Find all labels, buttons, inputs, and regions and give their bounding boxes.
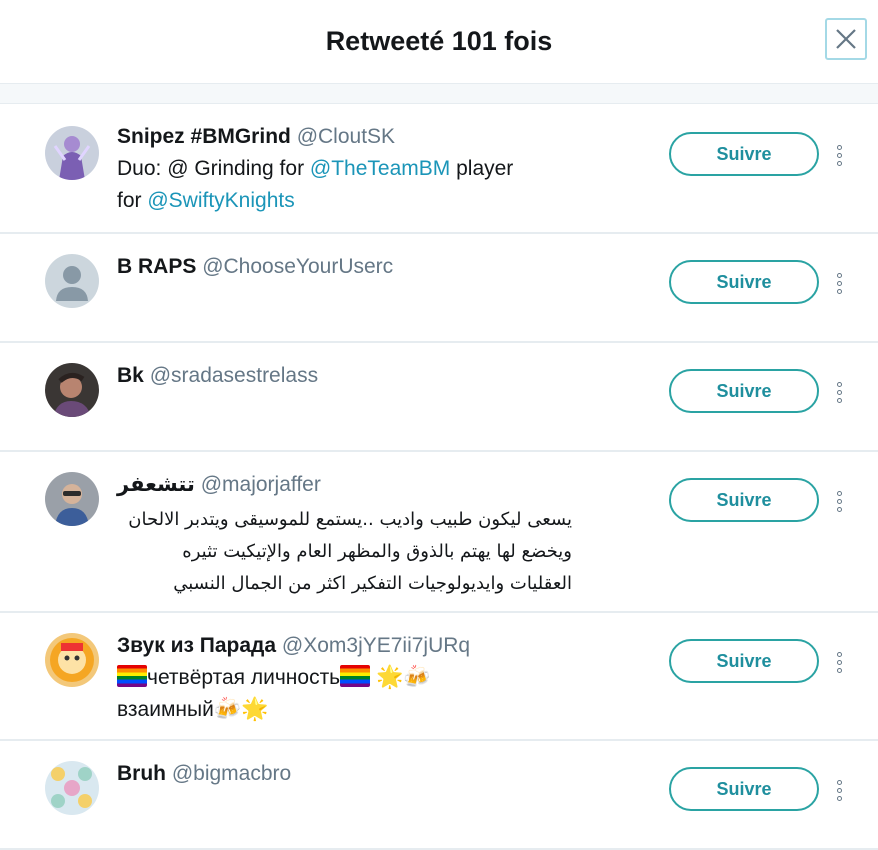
mention-link[interactable]: @SwiftyKnights: [147, 189, 294, 212]
avatar[interactable]: [45, 633, 99, 687]
user-bio: يسعى ليكون طبيب واديب ..يستمع للموسيقى و…: [128, 509, 572, 594]
user-info: Звук из Парада @Xom3jYE7ii7jURq четвёрта…: [117, 633, 617, 726]
dot-icon: [836, 152, 842, 158]
bio-text: for: [117, 189, 148, 212]
list-top-spacer: [0, 84, 878, 104]
follow-button[interactable]: Suivre: [669, 639, 819, 683]
user-bio: Duo: @ Grinding for @TheTeamBM player for…: [117, 153, 617, 217]
dot-icon: [836, 389, 842, 395]
user-info: تتشعفر @majorjaffer يسعى ليكون طبيب وادي…: [117, 472, 617, 600]
follow-button[interactable]: Suivre: [669, 478, 819, 522]
close-icon: [836, 29, 856, 49]
bio-text: четвёртая личность: [147, 666, 341, 689]
user-row[interactable]: B RAPS @ChooseYourUserc Suivre: [0, 234, 878, 343]
user-name[interactable]: Звук из Парада: [117, 634, 276, 657]
retweeters-list: Snipez #BMGrind @CloutSK Duo: @ Grinding…: [0, 104, 878, 850]
dot-icon: [836, 779, 842, 785]
avatar[interactable]: [45, 254, 99, 308]
bio-text: player: [450, 157, 514, 180]
glowing-star-icon: 🌟: [241, 697, 269, 722]
avatar[interactable]: [45, 761, 99, 815]
dot-icon: [836, 288, 842, 294]
follow-button[interactable]: Suivre: [669, 767, 819, 811]
user-info: Bk @sradasestrelass: [117, 363, 617, 389]
glowing-star-icon: 🌟: [375, 665, 404, 690]
dot-icon: [836, 272, 842, 278]
dot-icon: [836, 280, 842, 286]
more-options-button[interactable]: [829, 377, 849, 407]
user-handle[interactable]: @Xom3jYE7ii7jURq: [282, 634, 470, 657]
user-name[interactable]: Snipez #BMGrind: [117, 125, 291, 148]
user-row[interactable]: Звук из Парада @Xom3jYE7ii7jURq четвёрта…: [0, 613, 878, 741]
dot-icon: [836, 651, 842, 657]
dot-icon: [836, 490, 842, 496]
user-row[interactable]: تتشعفر @majorjaffer يسعى ليكون طبيب وادي…: [0, 452, 878, 613]
bio-text: Duo: @ Grinding for: [117, 157, 310, 180]
user-row[interactable]: Bruh @bigmacbro Suivre: [0, 741, 878, 850]
more-options-button[interactable]: [829, 647, 849, 677]
bio-text: взаимный: [117, 698, 214, 721]
dot-icon: [836, 787, 842, 793]
user-name[interactable]: Bruh: [117, 762, 166, 785]
beer-mugs-icon: 🍻: [403, 665, 431, 690]
mention-link[interactable]: @TheTeamBM: [310, 157, 450, 180]
more-options-button[interactable]: [829, 486, 849, 516]
user-row[interactable]: Snipez #BMGrind @CloutSK Duo: @ Grinding…: [0, 104, 878, 234]
user-handle[interactable]: @CloutSK: [297, 125, 395, 148]
dot-icon: [836, 381, 842, 387]
dot-icon: [836, 659, 842, 665]
dialog-title: Retweeté 101 fois: [325, 26, 553, 56]
user-info: Snipez #BMGrind @CloutSK Duo: @ Grinding…: [117, 124, 617, 217]
user-handle[interactable]: @sradasestrelass: [150, 364, 318, 387]
user-name[interactable]: تتشعفر: [117, 473, 195, 496]
dot-icon: [836, 506, 842, 512]
follow-button[interactable]: Suivre: [669, 132, 819, 176]
avatar[interactable]: [45, 126, 99, 180]
follow-button[interactable]: Suivre: [669, 369, 819, 413]
user-name[interactable]: B RAPS: [117, 255, 196, 278]
user-handle[interactable]: @ChooseYourUserc: [202, 255, 393, 278]
more-options-button[interactable]: [829, 775, 849, 805]
more-options-button[interactable]: [829, 268, 849, 298]
more-options-button[interactable]: [829, 140, 849, 170]
beer-mugs-icon: 🍻: [213, 697, 242, 722]
user-name[interactable]: Bk: [117, 364, 144, 387]
user-bio: четвёртая личность 🌟🍻 взаимный🍻🌟: [117, 662, 617, 726]
close-button[interactable]: [825, 18, 867, 60]
follow-button[interactable]: Suivre: [669, 260, 819, 304]
rainbow-flag-icon: [117, 665, 147, 687]
avatar[interactable]: [45, 472, 99, 526]
dot-icon: [836, 498, 842, 504]
dialog-header: Retweeté 101 fois: [0, 0, 878, 84]
avatar[interactable]: [45, 363, 99, 417]
user-handle[interactable]: @majorjaffer: [201, 473, 321, 496]
dot-icon: [836, 397, 842, 403]
dot-icon: [836, 144, 842, 150]
rainbow-flag-icon: [340, 665, 371, 687]
user-row[interactable]: Bk @sradasestrelass Suivre: [0, 343, 878, 452]
dot-icon: [836, 160, 842, 166]
dot-icon: [836, 667, 842, 673]
user-handle[interactable]: @bigmacbro: [172, 762, 291, 785]
dot-icon: [836, 795, 842, 801]
user-info: Bruh @bigmacbro: [117, 761, 617, 787]
user-info: B RAPS @ChooseYourUserc: [117, 254, 617, 280]
